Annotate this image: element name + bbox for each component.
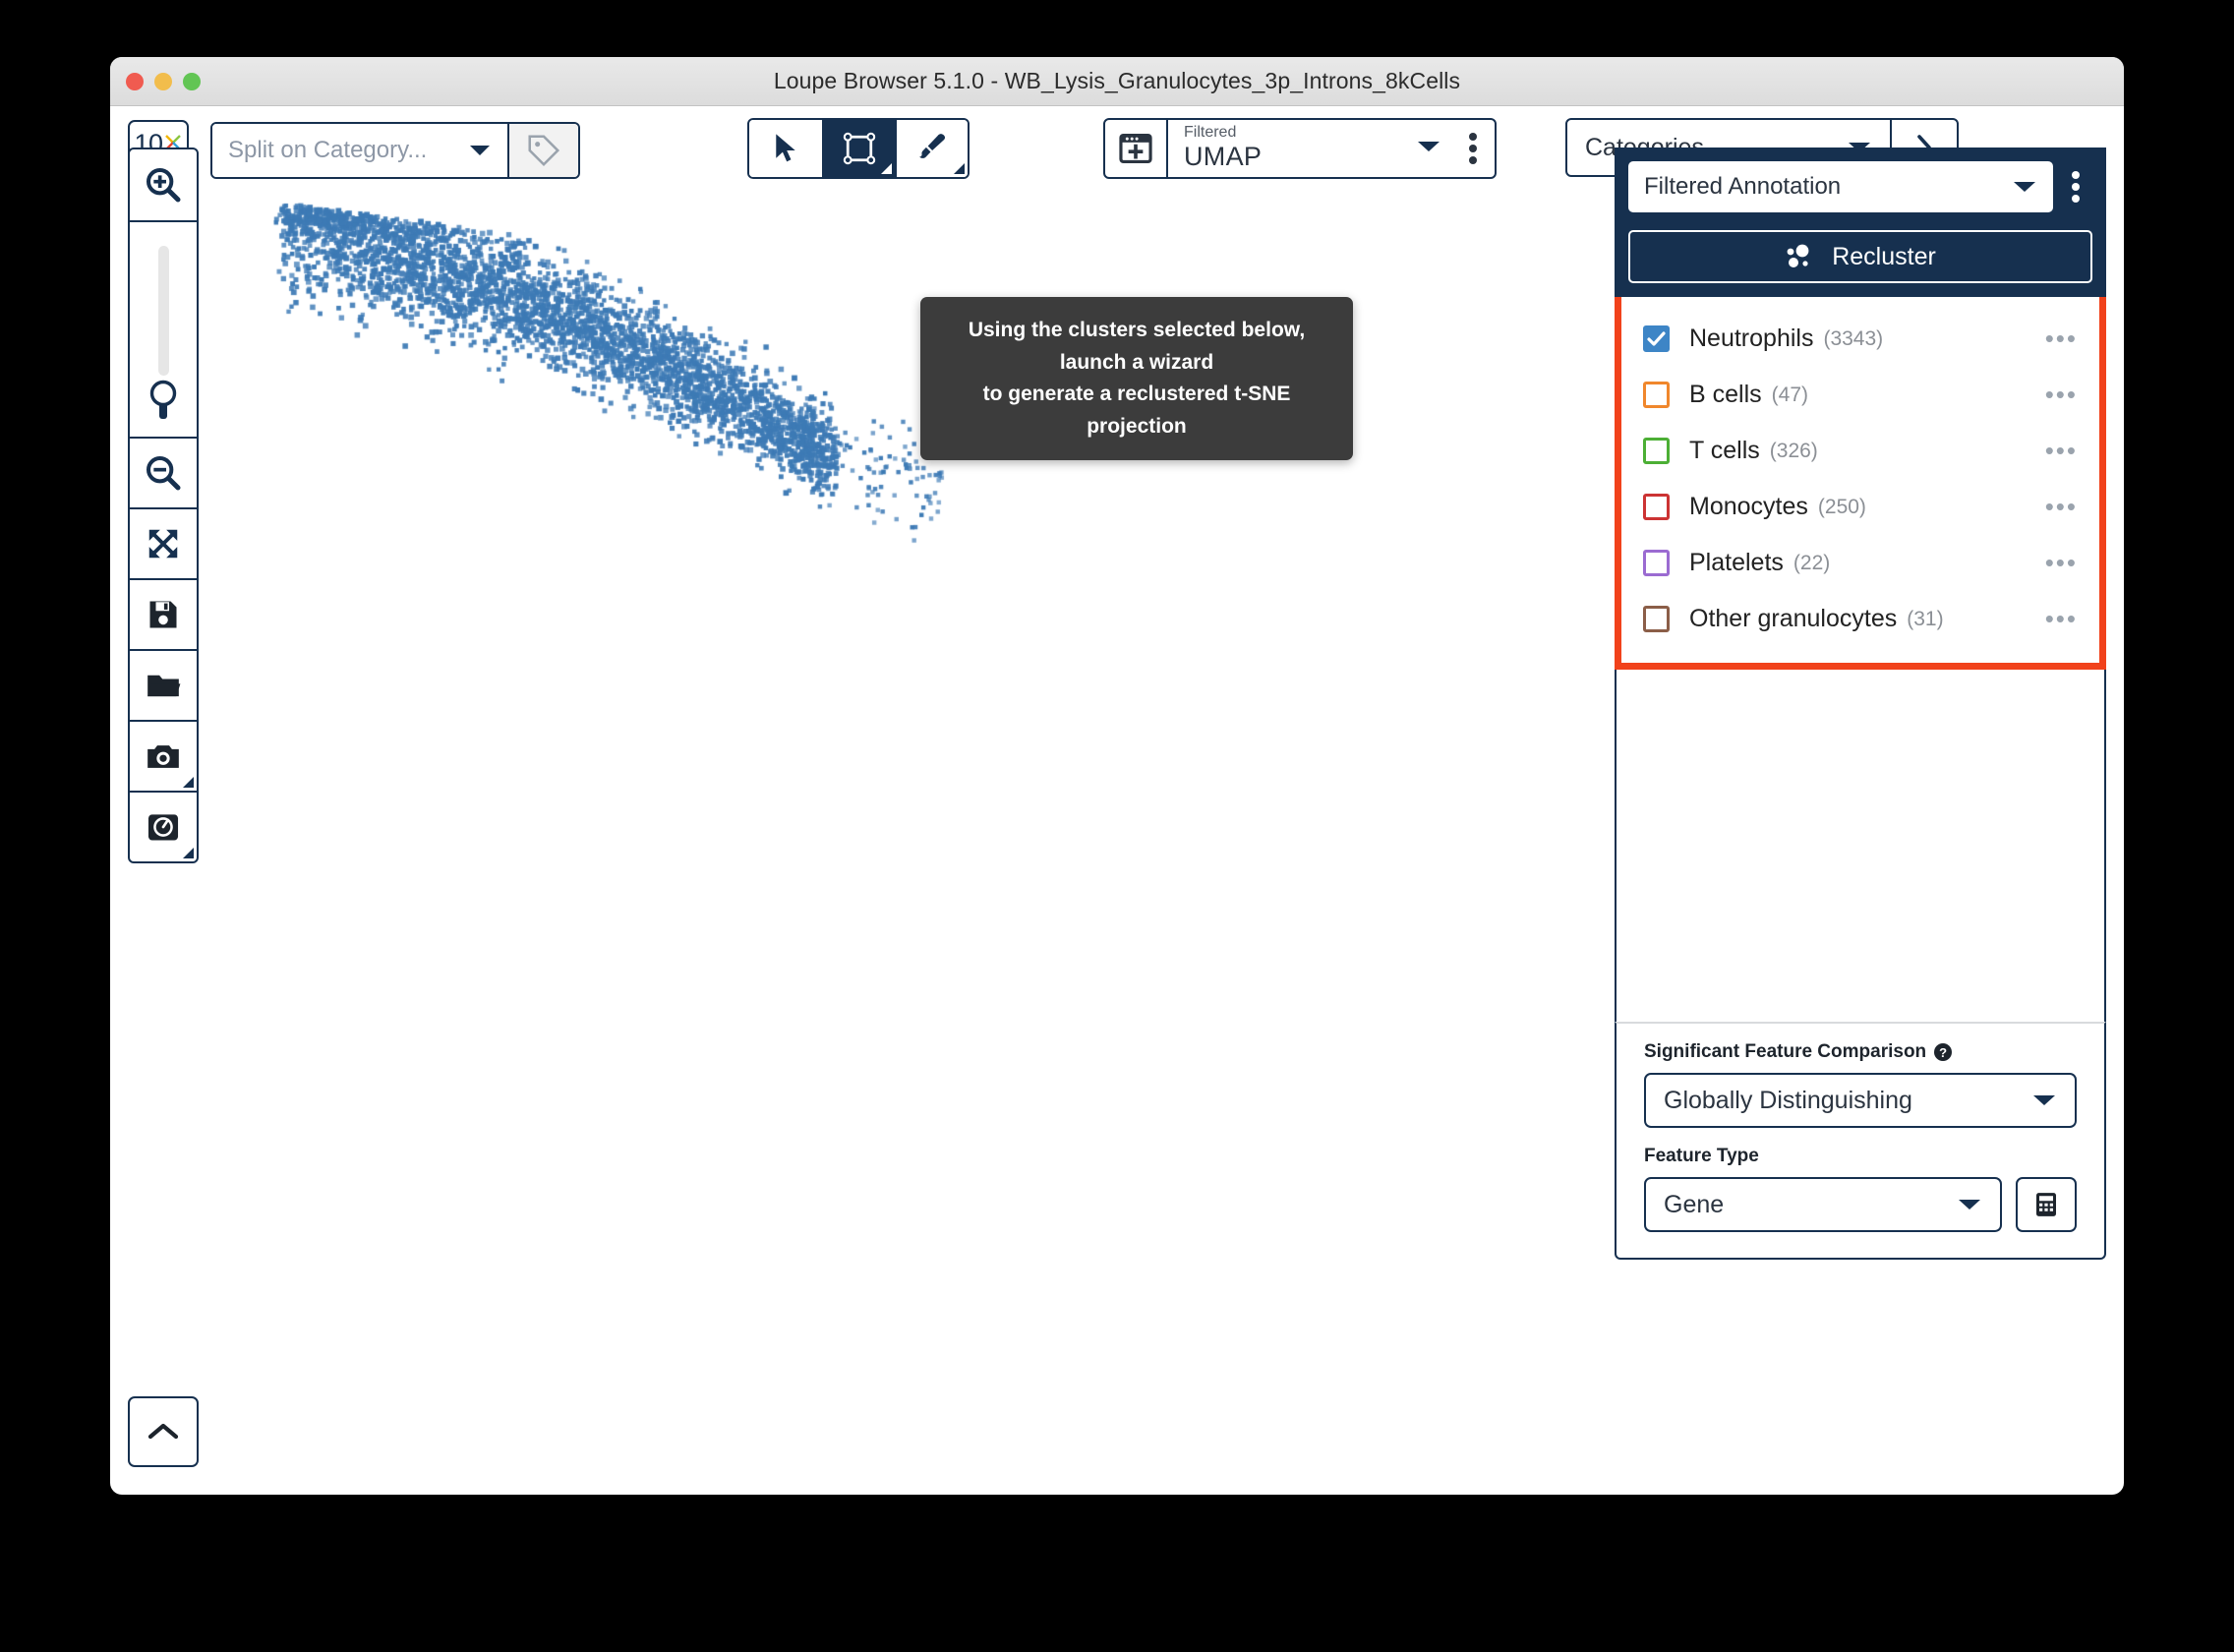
cluster-checkbox[interactable] — [1643, 606, 1670, 632]
save-button[interactable] — [130, 578, 197, 649]
cluster-count: (31) — [1907, 607, 1944, 630]
cluster-label: Neutrophils — [1689, 324, 1814, 352]
floppy-disk-icon — [149, 601, 177, 628]
feature-list-area — [1615, 670, 2106, 1022]
cluster-count: (326) — [1769, 439, 1818, 462]
calculator-icon — [2036, 1193, 2056, 1216]
umap-scatter-plot[interactable] — [212, 148, 1573, 1495]
cluster-row[interactable]: B cells (47) ••• — [1621, 367, 2099, 423]
cluster-row[interactable]: T cells (326) ••• — [1621, 423, 2099, 479]
magnifier-plus-icon — [147, 168, 181, 203]
magnifier-minus-icon — [147, 456, 181, 491]
chevron-up-icon — [147, 1423, 179, 1440]
checkmark-icon — [1647, 331, 1666, 346]
open-button[interactable] — [130, 649, 197, 720]
cluster-label: Platelets — [1689, 549, 1784, 576]
clusters-panel: Filtered Annotation Recluster Neutrophil… — [1615, 148, 2106, 1477]
feature-type-row: Gene — [1644, 1177, 2077, 1232]
gauge-icon — [147, 814, 179, 841]
significant-feature-comparison-label: Significant Feature Comparison ? — [1644, 1041, 2077, 1063]
maximize-window-button[interactable] — [183, 73, 201, 90]
title-bar: Loupe Browser 5.1.0 - WB_Lysis_Granulocy… — [110, 57, 2124, 106]
annotation-select[interactable]: Filtered Annotation — [1628, 161, 2053, 212]
chevron-down-icon — [1959, 1200, 1980, 1210]
cluster-checkbox[interactable] — [1643, 494, 1670, 520]
collapse-panel-button[interactable] — [128, 1396, 199, 1467]
screenshot-button[interactable] — [130, 720, 197, 791]
feature-type-label: Feature Type — [1644, 1146, 2077, 1167]
projection-filter-label: Filtered — [1184, 124, 1237, 142]
zoom-slider-track[interactable] — [157, 246, 169, 376]
zoom-slider[interactable] — [130, 220, 197, 437]
comparison-value: Globally Distinguishing — [1664, 1086, 1912, 1114]
camera-icon — [147, 745, 179, 768]
zoom-in-button[interactable] — [130, 149, 197, 220]
panel-header: Filtered Annotation — [1615, 148, 2106, 230]
folder-open-icon — [147, 675, 181, 697]
feature-type-select[interactable]: Gene — [1644, 1177, 2002, 1232]
cluster-row[interactable]: Monocytes (250) ••• — [1621, 479, 2099, 535]
comparison-select[interactable]: Globally Distinguishing — [1644, 1073, 2077, 1128]
scale-button[interactable] — [130, 791, 197, 861]
cluster-menu-button[interactable]: ••• — [2045, 325, 2078, 350]
cluster-label: B cells — [1689, 381, 1762, 408]
tooltip-line-2: to generate a reclustered t-SNE projecti… — [982, 383, 1291, 438]
feature-type-value: Gene — [1664, 1190, 1725, 1218]
cluster-dots-icon — [1787, 244, 1809, 267]
close-window-button[interactable] — [126, 73, 144, 90]
app-window: Loupe Browser 5.1.0 - WB_Lysis_Granulocy… — [110, 57, 2124, 1495]
scale-options-corner[interactable] — [183, 848, 194, 858]
cluster-row[interactable]: Neutrophils (3343) ••• — [1621, 311, 2099, 367]
cluster-row[interactable]: Other granulocytes (31) ••• — [1621, 591, 2099, 647]
cluster-count: (22) — [1793, 551, 1831, 574]
annotation-value: Filtered Annotation — [1644, 173, 1842, 200]
feature-type-label-text: Feature Type — [1644, 1146, 1759, 1166]
recluster-container: Recluster — [1615, 230, 2106, 297]
slider-handle-icon[interactable] — [147, 378, 180, 423]
cluster-count: (3343) — [1823, 326, 1884, 350]
expand-arrows-icon — [148, 529, 178, 559]
tooltip-line-1: Using the clusters selected below, launc… — [968, 319, 1306, 374]
recluster-button[interactable]: Recluster — [1628, 230, 2092, 283]
left-toolbar — [128, 148, 199, 863]
cluster-checkbox[interactable] — [1643, 325, 1670, 352]
cluster-menu-button[interactable]: ••• — [2045, 606, 2078, 630]
cluster-menu-button[interactable]: ••• — [2045, 438, 2078, 462]
cluster-menu-button[interactable]: ••• — [2045, 382, 2078, 406]
cluster-count: (250) — [1817, 495, 1866, 518]
cluster-label: Monocytes — [1689, 493, 1808, 520]
recluster-tooltip: Using the clusters selected below, launc… — [920, 297, 1353, 461]
cluster-count: (47) — [1771, 383, 1808, 406]
chevron-down-icon — [2033, 1095, 2055, 1105]
fit-to-screen-button[interactable] — [130, 507, 197, 578]
help-icon[interactable]: ? — [1934, 1043, 1953, 1061]
cluster-row[interactable]: Platelets (22) ••• — [1621, 535, 2099, 591]
cluster-menu-button[interactable]: ••• — [2045, 494, 2078, 518]
annotation-menu-button[interactable] — [2059, 161, 2092, 212]
minimize-window-button[interactable] — [154, 73, 172, 90]
recluster-label: Recluster — [1832, 242, 1936, 270]
cluster-checkbox[interactable] — [1643, 550, 1670, 576]
cluster-checkbox[interactable] — [1643, 382, 1670, 408]
cluster-menu-button[interactable]: ••• — [2045, 550, 2078, 574]
cluster-list: Neutrophils (3343) ••• B cells (47) ••• T cell… — [1615, 297, 2106, 670]
scatter-canvas[interactable] — [212, 148, 1573, 1426]
calculate-button[interactable] — [2016, 1177, 2077, 1232]
comparison-label-text: Significant Feature Comparison — [1644, 1041, 1927, 1062]
cluster-checkbox[interactable] — [1643, 438, 1670, 464]
zoom-out-button[interactable] — [130, 437, 197, 507]
kebab-menu-icon — [2072, 171, 2080, 203]
chevron-down-icon — [2014, 182, 2035, 192]
window-controls — [126, 57, 201, 106]
screenshot-options-corner[interactable] — [183, 777, 194, 788]
cluster-label: Other granulocytes — [1689, 605, 1898, 632]
panel-footer: Significant Feature Comparison ? Globall… — [1615, 1022, 2106, 1260]
window-title: Loupe Browser 5.1.0 - WB_Lysis_Granulocy… — [773, 68, 1461, 93]
cluster-label: T cells — [1689, 437, 1760, 464]
